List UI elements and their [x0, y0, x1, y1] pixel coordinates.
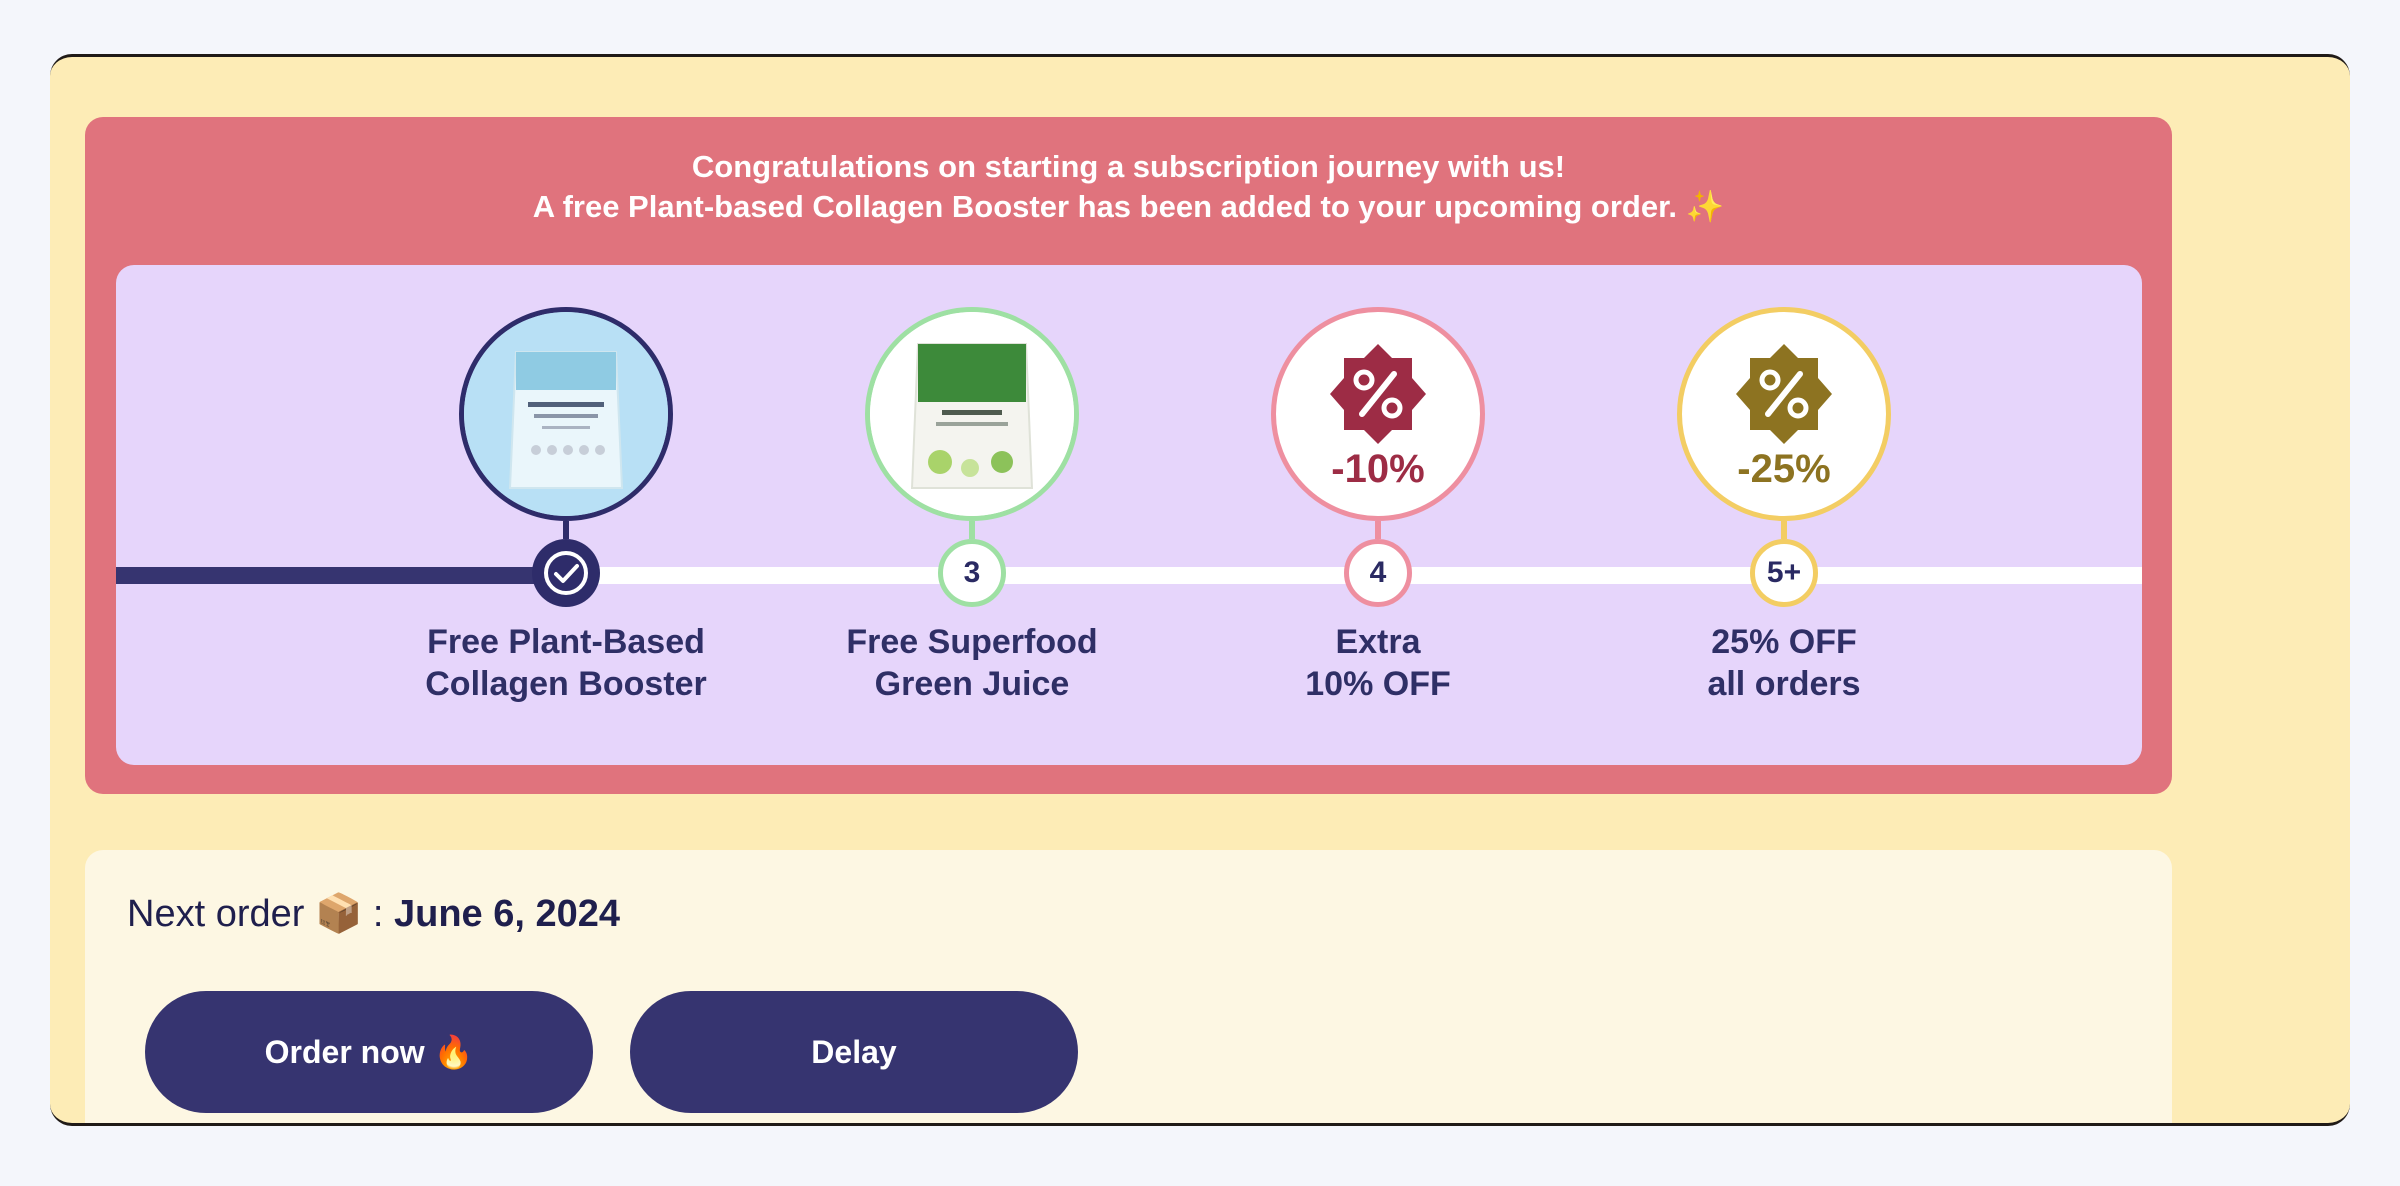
milestone-stem — [1375, 521, 1381, 539]
step-number: 4 — [1344, 539, 1412, 607]
order-now-button[interactable]: Order now 🔥 — [145, 991, 593, 1113]
step-number: 5+ — [1750, 539, 1818, 607]
banner-line-2: A free Plant-based Collagen Booster has … — [532, 189, 1725, 224]
milestone-label: 25% OFF all orders — [1707, 623, 1861, 703]
rewards-banner: Congratulations on starting a subscripti… — [85, 117, 2172, 794]
fire-icon: 🔥 — [433, 1034, 474, 1070]
collagen-booster-image — [459, 307, 673, 521]
milestone-25-off: -25% 5+ 25% OFF all orders — [1634, 307, 1934, 705]
milestone-stem — [563, 521, 569, 539]
milestone-extra-10-off: -10% 4 Extra 10% OFF — [1228, 307, 1528, 705]
next-order-label: Next order — [127, 893, 305, 935]
delay-label: Delay — [811, 1033, 897, 1070]
percent-badge-icon: -10% — [1330, 344, 1426, 491]
clipped-heading: — ·· · · — [100, 54, 228, 56]
banner-line-1: Congratulations on starting a subscripti… — [691, 149, 1566, 184]
milestone-label: Free Superfood Green Juice — [846, 623, 1098, 703]
banner-title: Congratulations on starting a subscripti… — [85, 147, 2172, 227]
package-icon: 📦 — [314, 893, 363, 935]
discount-10-badge: -10% — [1271, 307, 1485, 521]
milestone-collagen-booster: Free Plant-Based Collagen Booster — [416, 307, 716, 705]
order-now-label: Order now — [264, 1033, 425, 1070]
green-juice-image — [865, 307, 1079, 521]
badge-text: -10% — [1331, 447, 1424, 491]
milestone-label: Extra 10% OFF — [1305, 623, 1451, 703]
delay-button[interactable]: Delay — [630, 991, 1078, 1113]
discount-25-badge: -25% — [1677, 307, 1891, 521]
separator: : — [362, 893, 394, 935]
next-order-card: Next order 📦 : June 6, 2024 Order now 🔥 … — [85, 850, 2172, 1123]
milestone-stem — [1781, 521, 1787, 539]
milestone-green-juice: 3 Free Superfood Green Juice — [822, 307, 1122, 705]
milestone-stem — [969, 521, 975, 539]
next-order-line: Next order 📦 : June 6, 2024 — [127, 892, 620, 936]
rewards-track: Free Plant-Based Collagen Booster 3 Free… — [116, 265, 2142, 765]
check-icon — [532, 539, 600, 607]
sparkle-icon: ✨ — [1685, 189, 1725, 224]
badge-text: -25% — [1737, 447, 1830, 491]
subscription-panel: — ·· · · Congratulations on starting a s… — [50, 54, 2350, 1126]
next-order-date: June 6, 2024 — [393, 893, 621, 935]
percent-badge-icon: -25% — [1736, 344, 1832, 491]
step-number: 3 — [938, 539, 1006, 607]
milestone-label: Free Plant-Based Collagen Booster — [425, 623, 707, 703]
